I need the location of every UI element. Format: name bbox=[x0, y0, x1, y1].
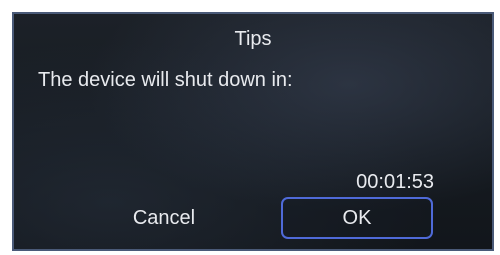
ok-button[interactable]: OK bbox=[281, 197, 433, 239]
shutdown-dialog: Tips The device will shut down in: 00:01… bbox=[12, 12, 494, 251]
screen: Tips The device will shut down in: 00:01… bbox=[0, 0, 500, 255]
dialog-title: Tips bbox=[234, 28, 272, 50]
cancel-button-label: Cancel bbox=[132, 206, 196, 229]
countdown-timer: 00:01:53 bbox=[356, 171, 434, 193]
ok-button-label: OK bbox=[342, 206, 372, 229]
dialog-message: The device will shut down in: bbox=[38, 69, 293, 91]
cancel-button[interactable]: Cancel bbox=[109, 197, 219, 239]
